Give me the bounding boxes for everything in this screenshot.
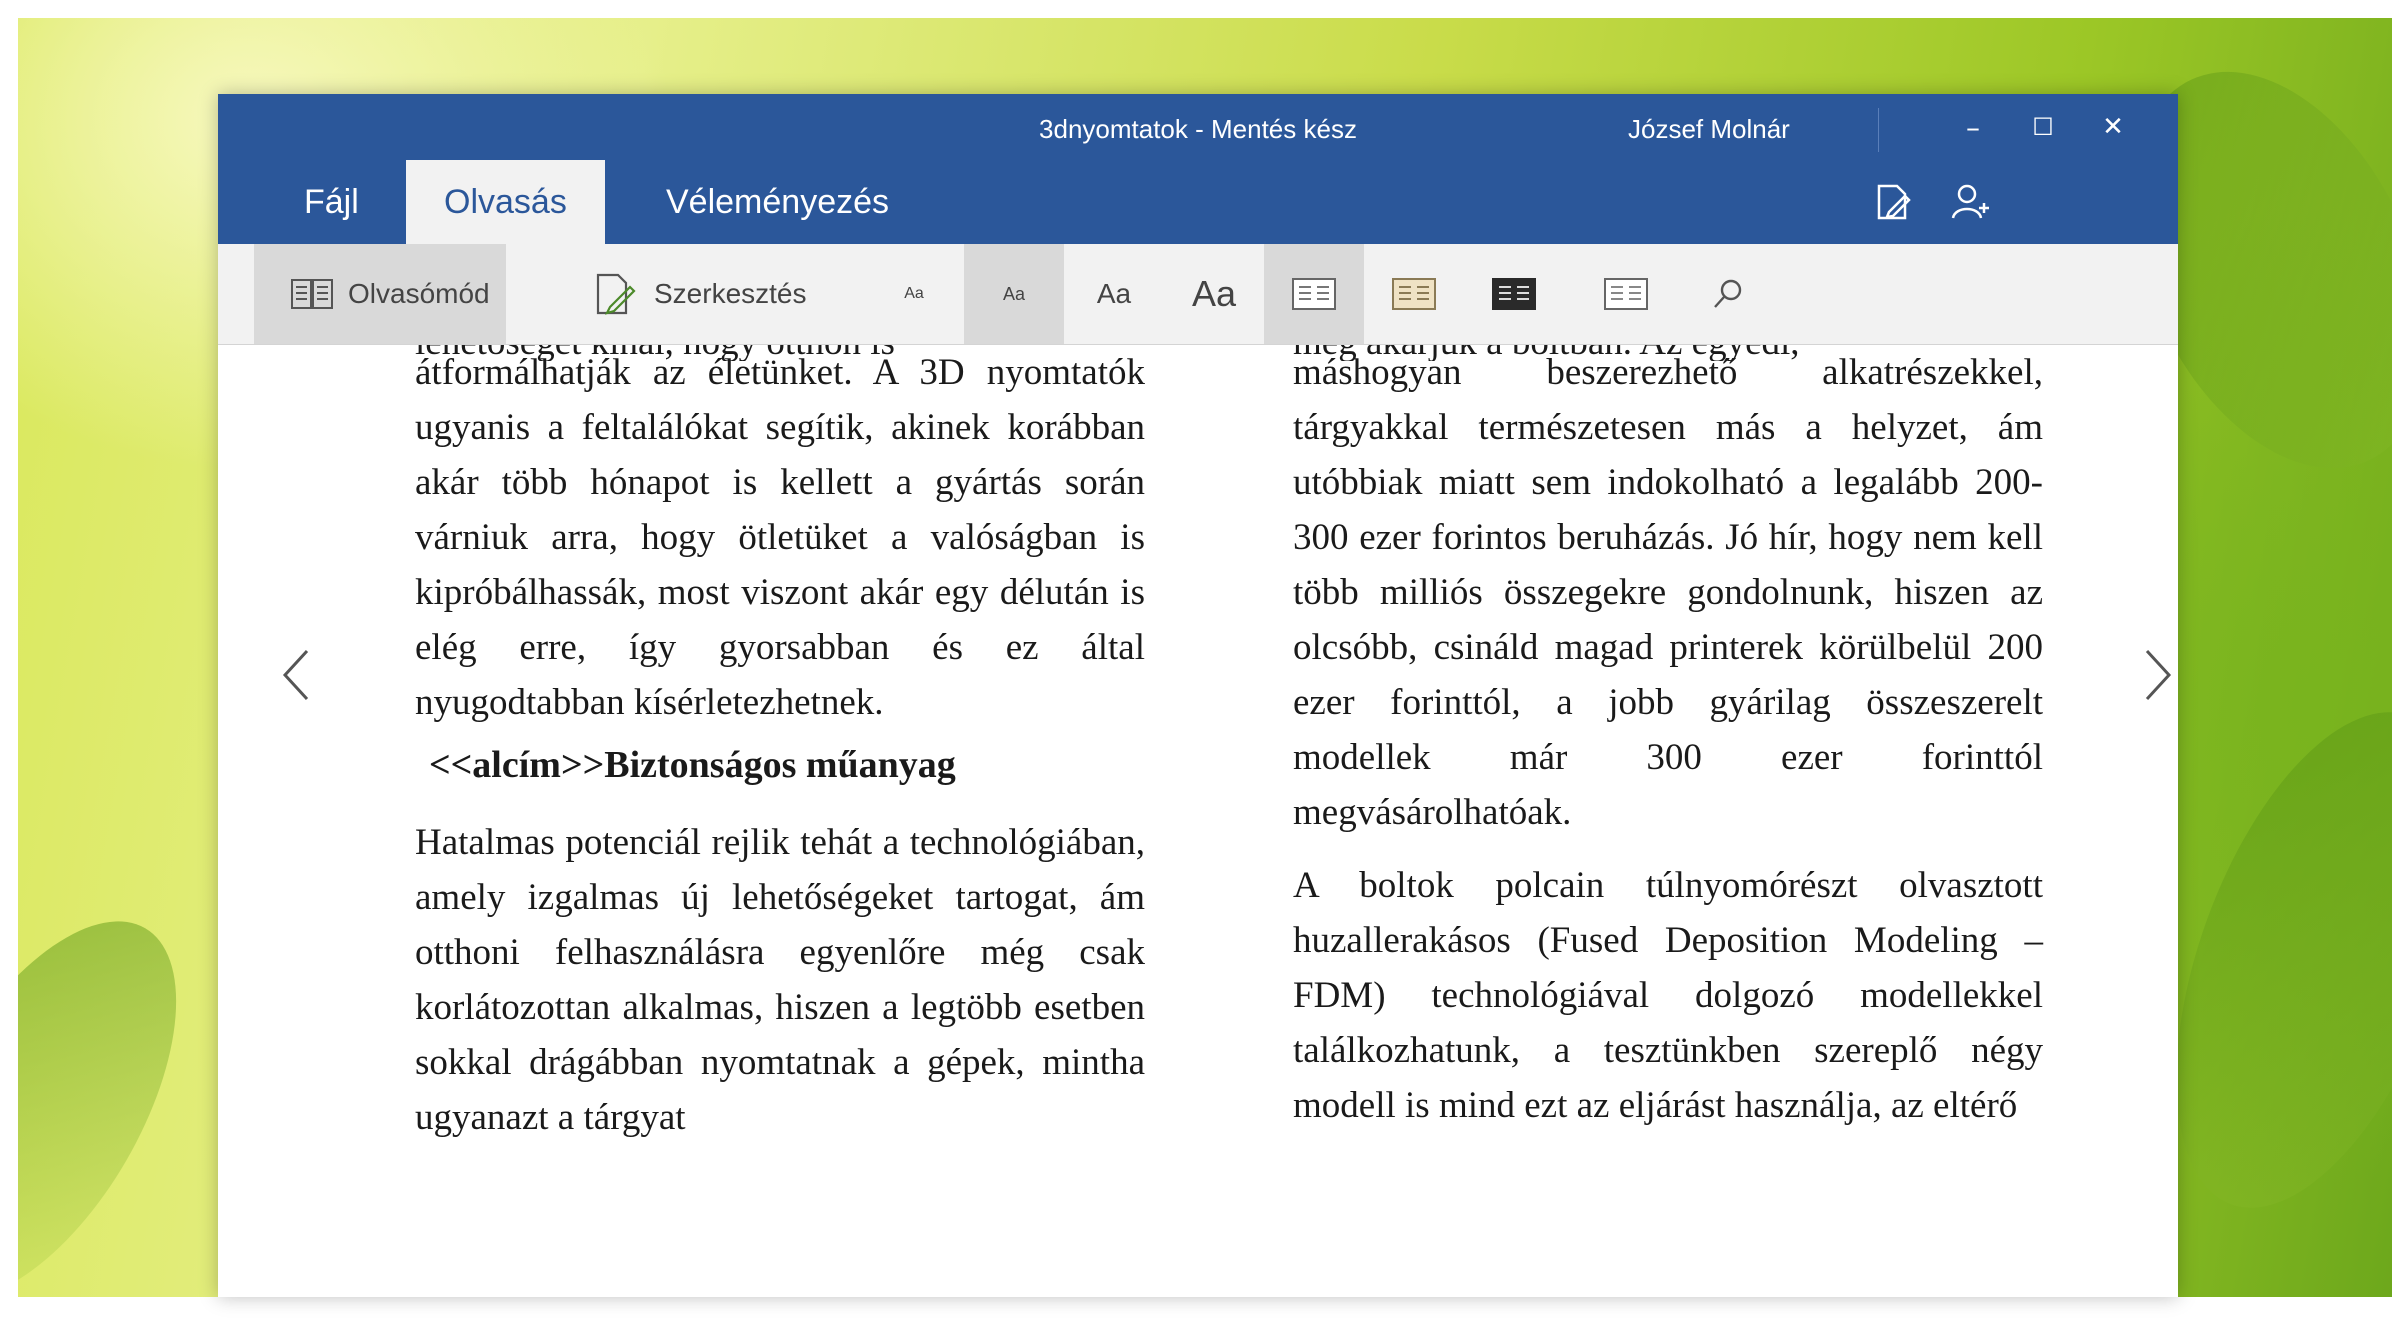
layout-sepia-icon — [1392, 278, 1436, 310]
screen-border-left — [0, 0, 18, 1297]
document-reading-area: lehetőséget kínál, hogy otthon is átform… — [218, 345, 2178, 1297]
cut-off-line: meg akarjuk a boltban. Az egyedi, — [1293, 345, 1800, 361]
paragraph-1: átformálhatják az életünket. A 3D nyomta… — [415, 352, 1145, 723]
reading-mode-button[interactable]: Olvasómód — [254, 244, 506, 344]
edit-label: Szerkesztés — [654, 278, 807, 309]
paragraph-2: Hatalmas potenciál rejlik tehát a techno… — [415, 822, 1145, 1138]
previous-page-button[interactable] — [266, 635, 326, 715]
tab-file[interactable]: Fájl — [266, 160, 397, 244]
book-icon — [290, 277, 334, 311]
edit-document-icon[interactable] — [1868, 172, 1918, 232]
column-layout-button[interactable] — [1576, 244, 1676, 344]
right-column: meg akarjuk a boltban. Az egyedi, máshog… — [1293, 345, 2043, 1133]
chevron-left-icon — [282, 649, 309, 701]
reading-toolbar: Olvasómód Szerkesztés Aa Aa Aa Aa — [218, 244, 2178, 345]
search-button[interactable] — [1678, 244, 1778, 344]
layout-white-icon — [1292, 278, 1336, 310]
next-page-button[interactable] — [2128, 635, 2178, 715]
word-window: 3dnyomtatok - Mentés kész József Molnár … — [218, 94, 2178, 1297]
tab-review[interactable]: Véleményezés — [628, 160, 927, 244]
maximize-button[interactable]: ☐ — [2008, 100, 2078, 154]
font-size-smallest[interactable]: Aa — [864, 244, 964, 344]
page-color-dark-button[interactable] — [1464, 244, 1564, 344]
search-icon — [1714, 279, 1742, 308]
cut-off-line: lehetőséget kínál, hogy otthon is — [415, 345, 895, 361]
paragraph-4: A boltok polcain túlnyomórészt olvasztot… — [1293, 865, 2043, 1126]
page-color-white-button[interactable] — [1264, 244, 1364, 344]
edit-pencil-icon — [594, 271, 638, 317]
title-bar: 3dnyomtatok - Mentés kész József Molnár … — [218, 94, 2178, 244]
font-size-large[interactable]: Aa — [1164, 244, 1264, 344]
close-button[interactable]: ✕ — [2078, 100, 2148, 154]
paragraph-3: máshogyan beszerezhető alkatrészekkel, t… — [1293, 352, 2043, 833]
document-title: 3dnyomtatok - Mentés kész — [1039, 114, 1357, 144]
user-name[interactable]: József Molnár — [1628, 114, 1790, 145]
left-column: lehetőséget kínál, hogy otthon is átform… — [415, 345, 1145, 1145]
font-size-small[interactable]: Aa — [964, 244, 1064, 344]
share-person-icon[interactable] — [1946, 172, 1996, 232]
font-size-medium[interactable]: Aa — [1064, 244, 1164, 344]
subheading: <<alcím>>Biztonságos műanyag — [429, 744, 956, 786]
tab-reading[interactable]: Olvasás — [406, 160, 605, 244]
chevron-right-icon — [2145, 649, 2172, 701]
title-separator — [1878, 108, 1879, 152]
layout-columns-icon — [1604, 278, 1648, 310]
layout-dark-icon — [1492, 278, 1536, 310]
page-color-sepia-button[interactable] — [1364, 244, 1464, 344]
minimize-button[interactable]: – — [1938, 100, 2008, 154]
screen-border-top — [0, 0, 2392, 18]
edit-button[interactable]: Szerkesztés — [594, 244, 807, 344]
reading-mode-label: Olvasómód — [348, 278, 490, 309]
